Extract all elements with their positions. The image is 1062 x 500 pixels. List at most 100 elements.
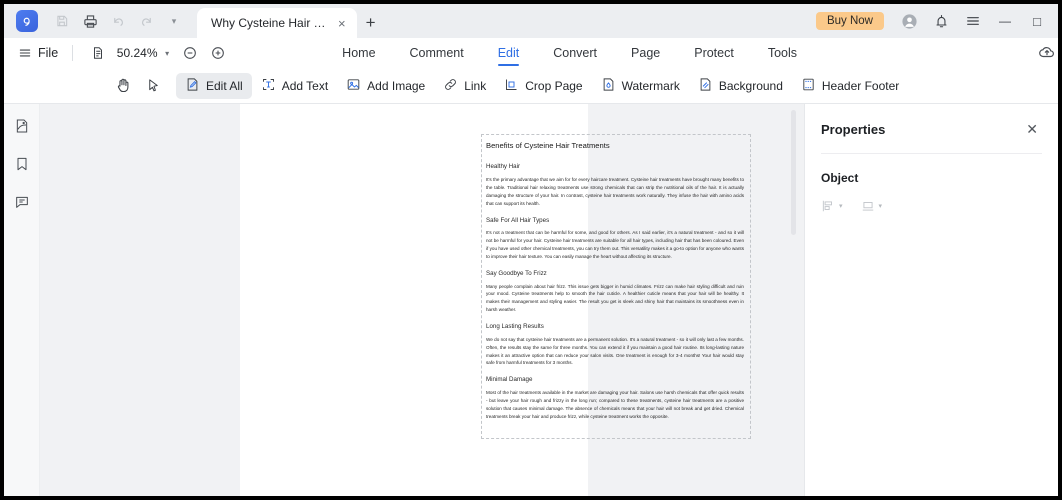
- header-footer-label: Header Footer: [821, 78, 900, 93]
- tab-edit[interactable]: Edit: [481, 38, 537, 68]
- sidebar-item-thumbnails[interactable]: [10, 114, 34, 138]
- section-heading: Long Lasting Results: [486, 323, 544, 331]
- distribute-caret-icon[interactable]: ▾: [879, 202, 883, 210]
- background-icon: [698, 77, 713, 95]
- app-logo-icon: [16, 10, 38, 32]
- add-text-button[interactable]: Add Text: [252, 73, 337, 99]
- document-tab-label: Why Cysteine Hair Treat...: [211, 16, 329, 30]
- align-objects-icon: [822, 200, 832, 212]
- document-section: Safe For All Hair Types It's not a treat…: [486, 217, 744, 261]
- properties-divider: [821, 153, 1042, 154]
- left-sidebar: [4, 104, 40, 496]
- link-button[interactable]: Link: [434, 73, 495, 99]
- editable-text-block[interactable]: Benefits of Cysteine Hair Treatments Hea…: [481, 134, 751, 439]
- notification-icon[interactable]: [926, 6, 956, 36]
- close-tab-icon[interactable]: ×: [335, 15, 349, 32]
- crop-page-icon: [504, 77, 519, 95]
- properties-title: Properties: [821, 121, 886, 137]
- header-footer-button[interactable]: Header Footer: [792, 73, 908, 99]
- save-icon[interactable]: [49, 8, 75, 34]
- vertical-scrollbar[interactable]: [791, 110, 796, 235]
- file-menu-button[interactable]: File: [4, 46, 58, 60]
- section-body: Many people complain about hair frizz. T…: [486, 283, 744, 313]
- watermark-icon: [601, 77, 616, 95]
- distribute-objects-icon: [862, 202, 873, 211]
- tab-tools[interactable]: Tools: [751, 38, 814, 68]
- document-tab[interactable]: Why Cysteine Hair Treat... ×: [197, 8, 357, 38]
- more-caret-icon[interactable]: ▾: [161, 8, 187, 34]
- zoom-in-icon[interactable]: [207, 42, 229, 64]
- align-objects-button[interactable]: ▾: [821, 199, 843, 213]
- tab-convert[interactable]: Convert: [536, 38, 614, 68]
- properties-header: Properties ✕: [821, 120, 1042, 138]
- zoom-out-icon[interactable]: [179, 42, 201, 64]
- tab-home[interactable]: Home: [325, 38, 392, 68]
- main-body: Benefits of Cysteine Hair Treatments Hea…: [4, 104, 1058, 496]
- title-bar: ▾ Why Cysteine Hair Treat... × + Buy Now: [4, 4, 1058, 38]
- select-cursor-icon[interactable]: [139, 73, 168, 99]
- section-body: It's not a treatment that can be harmful…: [486, 230, 744, 259]
- crop-page-button[interactable]: Crop Page: [495, 73, 591, 99]
- window-controls: Buy Now — □: [815, 4, 1058, 38]
- application-window: ▾ Why Cysteine Hair Treat... × + Buy Now: [4, 4, 1058, 496]
- buy-now-button[interactable]: Buy Now: [815, 12, 884, 30]
- distribute-objects-button[interactable]: ▾: [861, 199, 883, 213]
- tab-protect[interactable]: Protect: [677, 38, 751, 68]
- section-heading: Safe For All Hair Types: [486, 216, 550, 224]
- crop-page-label: Crop Page: [525, 78, 583, 93]
- secondary-toolbar: File 50.24% ▾ Home Comment Edit Convert …: [4, 38, 1058, 68]
- watermark-button[interactable]: Watermark: [592, 73, 689, 99]
- object-section-label: Object: [821, 171, 859, 185]
- edit-all-icon: [185, 77, 200, 95]
- menu-icon[interactable]: [958, 6, 988, 36]
- document-title: Benefits of Cysteine Hair Treatments: [486, 141, 610, 150]
- align-caret-icon[interactable]: ▾: [839, 202, 843, 210]
- watermark-label: Watermark: [621, 78, 680, 93]
- background-button[interactable]: Background: [689, 73, 792, 99]
- add-text-icon: [261, 77, 276, 95]
- section-heading: Say Goodbye To Frizz: [486, 269, 547, 277]
- section-heading: Minimal Damage: [486, 376, 533, 384]
- zoom-dropdown-caret-icon[interactable]: ▾: [165, 49, 169, 58]
- edit-all-label: Edit All: [206, 78, 243, 93]
- print-icon[interactable]: [77, 8, 103, 34]
- edit-all-button[interactable]: Edit All: [176, 72, 252, 99]
- section-body: Most of the hair treatments available in…: [486, 390, 744, 419]
- pdf-page[interactable]: Benefits of Cysteine Hair Treatments Hea…: [240, 104, 751, 496]
- zoom-level-value[interactable]: 50.24%: [115, 46, 159, 60]
- page-fit-icon[interactable]: [87, 42, 109, 64]
- hamburger-icon: [19, 49, 31, 57]
- maximize-button[interactable]: □: [1022, 6, 1052, 36]
- document-section: Say Goodbye To Frizz Many people complai…: [486, 270, 744, 314]
- undo-icon[interactable]: [105, 8, 131, 34]
- redo-icon[interactable]: [133, 8, 159, 34]
- document-tab-strip: Why Cysteine Hair Treat... × +: [197, 4, 385, 38]
- document-section: Minimal Damage Most of the hair treatmen…: [486, 376, 744, 420]
- zoom-controls: 50.24% ▾: [87, 42, 229, 64]
- minimize-button[interactable]: —: [990, 6, 1020, 36]
- tab-page[interactable]: Page: [614, 38, 677, 68]
- section-body: It's the primary advantage that we aim f…: [486, 177, 744, 206]
- cloud-upload-icon[interactable]: [1038, 43, 1056, 66]
- document-canvas[interactable]: Benefits of Cysteine Hair Treatments Hea…: [40, 104, 804, 496]
- file-menu-label: File: [38, 46, 59, 60]
- add-text-label: Add Text: [281, 78, 329, 93]
- add-image-icon: [346, 77, 361, 95]
- section-heading: Healthy Hair: [486, 163, 521, 171]
- sidebar-item-bookmarks[interactable]: [10, 152, 34, 176]
- account-icon[interactable]: [894, 6, 924, 36]
- quick-access-toolbar: ▾: [4, 4, 187, 38]
- sidebar-item-comments[interactable]: [10, 190, 34, 214]
- edit-ribbon-toolbar: Edit All Add Text Add Image Link Crop Pa…: [4, 68, 1058, 104]
- new-tab-button[interactable]: +: [357, 8, 385, 38]
- object-tools: ▾ ▾: [821, 199, 1042, 213]
- add-image-button[interactable]: Add Image: [337, 73, 434, 99]
- background-label: Background: [718, 78, 783, 93]
- section-body: We do not say that cysteine hair treatme…: [486, 336, 744, 366]
- tab-comment[interactable]: Comment: [393, 38, 481, 68]
- hand-tool-icon[interactable]: [108, 73, 139, 99]
- add-image-label: Add Image: [367, 78, 426, 93]
- document-section: Healthy Hair It's the primary advantage …: [486, 163, 744, 207]
- close-properties-icon[interactable]: ✕: [1022, 120, 1042, 138]
- header-footer-icon: [801, 77, 816, 95]
